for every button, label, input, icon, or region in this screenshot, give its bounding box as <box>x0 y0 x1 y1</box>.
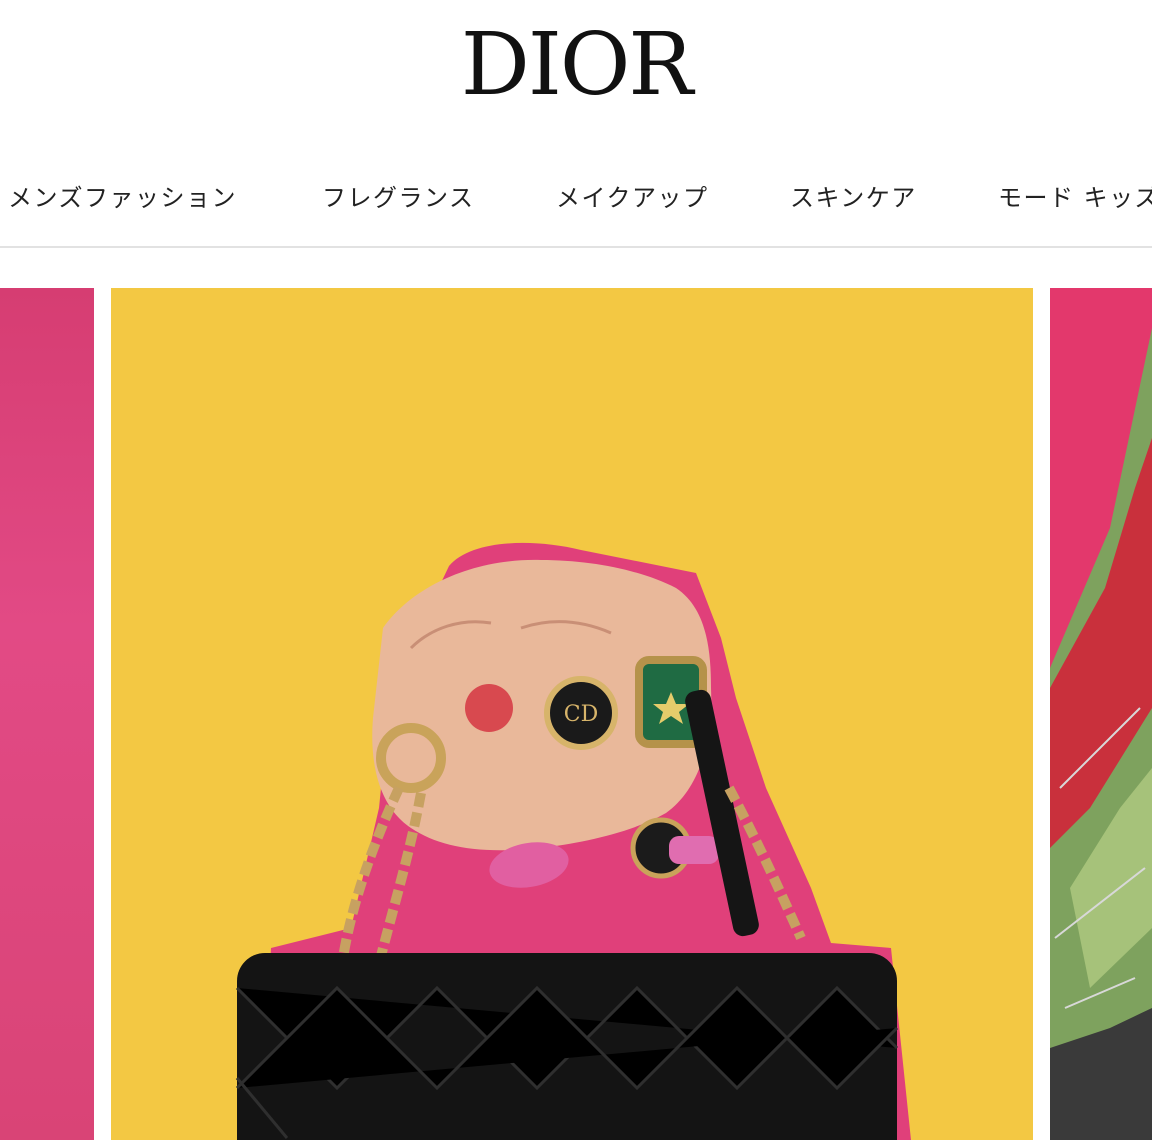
carousel-slide-current[interactable]: CD <box>111 288 1033 1140</box>
page: DIOR メンズファッション フレグランス メイクアップ スキンケア モード キ… <box>0 0 1152 1140</box>
carousel-slide-next[interactable] <box>1050 288 1152 1140</box>
nav-item-skincare[interactable]: スキンケア <box>790 178 917 213</box>
metallic-outfit-image-partial <box>1050 288 1152 1140</box>
nav-divider <box>0 246 1152 248</box>
nav-item-makeup[interactable]: メイクアップ <box>556 178 709 213</box>
main-nav: メンズファッション フレグランス メイクアップ スキンケア モード キッズ <box>0 160 1152 226</box>
carousel-slide-previous[interactable] <box>0 288 94 1140</box>
dior-logo[interactable]: DIOR <box>0 22 1152 108</box>
site-header: DIOR <box>0 0 1152 140</box>
hero-carousel[interactable]: CD <box>0 288 1152 1140</box>
nav-item-mens-fashion[interactable]: メンズファッション <box>8 178 237 213</box>
nav-item-fragrance[interactable]: フレグランス <box>322 178 475 213</box>
nav-item-kids-mode[interactable]: モード キッズ <box>998 178 1152 213</box>
svg-text:CD: CD <box>564 702 598 727</box>
bag-with-rings-image: CD <box>235 542 911 1140</box>
